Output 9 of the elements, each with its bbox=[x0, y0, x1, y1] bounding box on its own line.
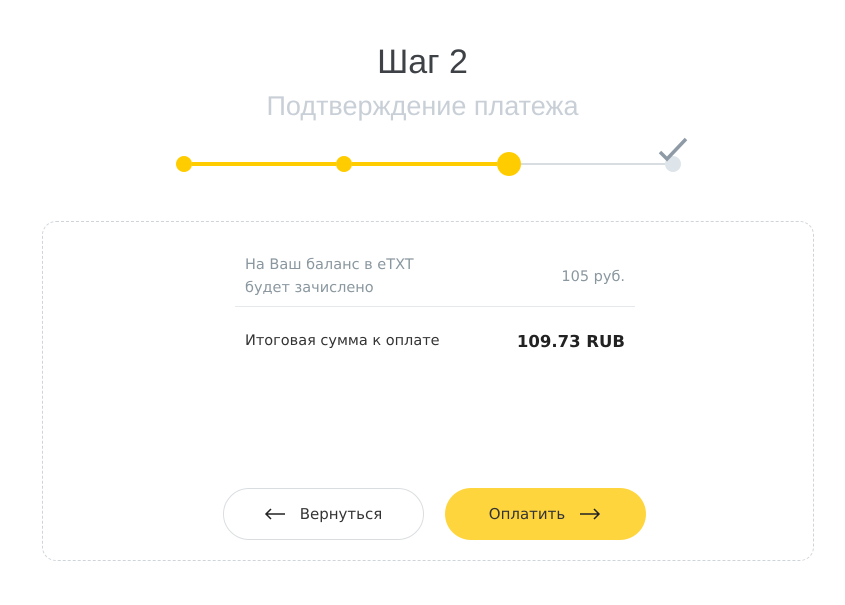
pay-button[interactable]: Оплатить bbox=[444, 488, 646, 540]
summary-label: На Ваш баланс в eTXT будет зачислено bbox=[245, 256, 415, 298]
summary-value: 105 руб. bbox=[561, 268, 625, 286]
back-button[interactable]: Вернуться bbox=[222, 488, 424, 540]
right-arrow-icon bbox=[579, 508, 602, 520]
step-title: Шаг 2 bbox=[377, 42, 468, 83]
summary-value: 109.73 RUB bbox=[516, 332, 625, 350]
summary-label: Итоговая сумма к оплате bbox=[245, 333, 440, 349]
left-arrow-icon bbox=[264, 508, 286, 520]
